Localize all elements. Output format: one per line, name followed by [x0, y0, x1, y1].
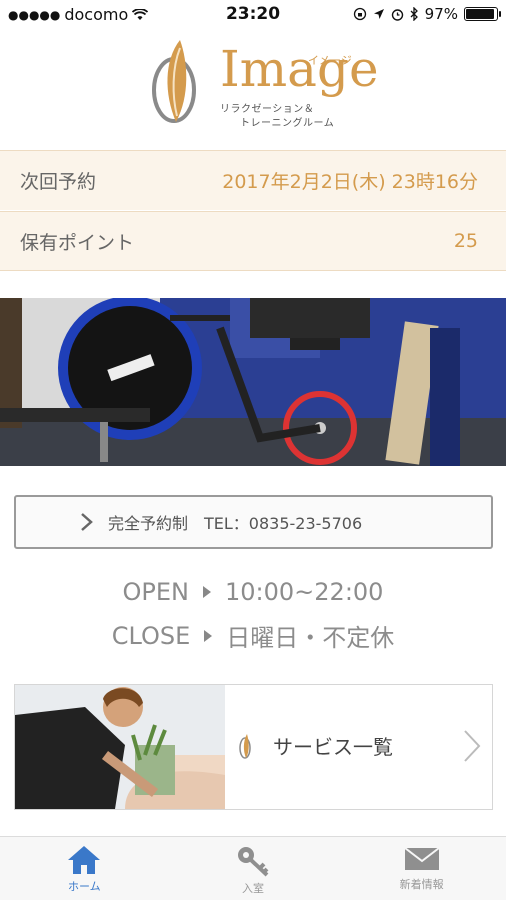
home-icon — [68, 846, 101, 874]
status-right: 97% — [353, 5, 501, 23]
close-value: 日曜日・不定休 — [226, 624, 395, 652]
open-value: 10:00~22:00 — [225, 578, 384, 606]
alarm-icon — [391, 8, 403, 21]
tab-bar: ホーム 入室 新着情報 — [0, 836, 506, 900]
service-list-label: サービス一覧 — [273, 735, 393, 759]
logo-wordmark: Image — [220, 40, 379, 98]
triangle-right-icon — [203, 586, 212, 598]
points-value: 25 — [453, 230, 478, 252]
open-label: OPEN — [122, 578, 190, 606]
rotation-lock-icon — [353, 7, 366, 21]
triangle-right-icon — [204, 629, 213, 642]
tab-entry[interactable]: 入室 — [169, 837, 338, 900]
logo-subtitle-1: リラクゼーション＆ — [220, 104, 315, 115]
leaf-logo-icon — [152, 40, 196, 123]
tab-home[interactable]: ホーム — [0, 837, 169, 900]
massage-photo — [15, 685, 225, 809]
mail-icon — [404, 847, 440, 870]
status-bar: ●●●●● docomo 23:20 97% — [0, 0, 506, 30]
tab-news[interactable]: 新着情報 — [337, 837, 506, 900]
close-days: CLOSE 日曜日・不定休 — [0, 618, 506, 653]
bluetooth-icon — [410, 7, 418, 21]
next-reservation-value: 2017年2月2日(木) 23時16分 — [222, 171, 478, 193]
close-label: CLOSE — [111, 621, 191, 650]
app-logo: Image イメージ リラクゼーション＆ トレーニングルーム — [150, 38, 379, 129]
service-list-card[interactable]: サービス一覧 — [14, 684, 493, 810]
tab-home-label: ホーム — [68, 880, 101, 893]
points-row: 保有ポイント 25 — [0, 211, 506, 271]
tab-news-label: 新着情報 — [399, 878, 444, 891]
battery-icon — [464, 7, 501, 21]
battery-percent: 97% — [424, 5, 458, 23]
logo-subtitle-2: トレーニングルーム — [240, 118, 335, 129]
location-icon — [373, 9, 384, 19]
next-reservation-label: 次回予約 — [20, 171, 97, 193]
gym-photo — [0, 298, 506, 466]
leaf-logo-icon — [239, 733, 251, 759]
tel-button-label: 完全予約制 TEL：0835-23-5706 — [108, 514, 363, 533]
chevron-right-icon — [464, 730, 481, 762]
open-hours: OPEN 10:00~22:00 — [0, 578, 506, 606]
service-list-label-group: サービス一覧 — [239, 731, 393, 760]
points-label: 保有ポイント — [20, 231, 135, 254]
next-reservation-row: 次回予約 2017年2月2日(木) 23時16分 — [0, 150, 506, 210]
key-icon — [238, 847, 269, 877]
tab-entry-label: 入室 — [242, 882, 264, 895]
logo-kana: イメージ — [308, 54, 352, 67]
tel-button[interactable]: 完全予約制 TEL：0835-23-5706 — [14, 495, 493, 549]
chevron-right-icon — [81, 513, 93, 531]
